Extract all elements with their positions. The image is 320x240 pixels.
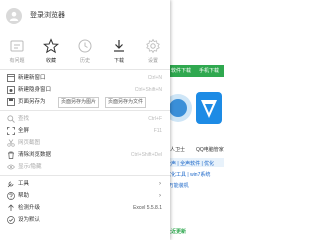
menu-item-incognito[interactable]: 新建隐身窗口 Ctrl+Shift+N [0,84,170,96]
search-icon [7,115,15,123]
trash-icon [8,151,14,159]
menu-item-fullscreen[interactable]: 全屏 F11 [0,125,170,137]
menu-item-label: 新建隐身窗口 [18,87,52,93]
shortcut-label: Ctrl+Shift+N [134,87,162,93]
login-link[interactable]: 登录浏览器 [30,10,65,20]
quick-download[interactable]: 下载 [102,36,136,66]
bg-tab-software[interactable]: 软件下载 [168,65,194,77]
save-as-file-button[interactable]: 页面另存为文件 [105,97,147,108]
quick-icons-row: 有问题 收藏 历史 下载 设置 [0,36,170,66]
chevron-right-icon: › [159,181,161,187]
save-icon [7,98,15,106]
chevron-right-icon: › [159,193,161,199]
browser-main-menu: 登录浏览器 有问题 收藏 历史 下载 设置 新建新窗口 Ctrl+N 新建隐身窗… [0,0,170,240]
menu-item-label: 帮助 [18,193,30,199]
tool-icon [7,181,14,188]
menu-item-label: 查找 [18,116,30,122]
quick-settings-label: 设置 [147,58,158,64]
save-as-image-button[interactable]: 页面另存为图片 [58,97,100,108]
user-icon [9,11,19,21]
menu-divider [0,69,170,70]
eye-icon [7,164,15,170]
shortcut-label: Ctrl+N [147,75,162,81]
quick-favorites-label: 收藏 [45,58,56,64]
quick-feedback-label: 有问题 [9,58,25,64]
bg-app-tiles [164,84,224,144]
menu-item-label: 显示/隐藏 [18,164,42,170]
menu-item-label: 新建新窗口 [18,75,46,81]
version-label: Excel 5.5.8.1 [133,205,162,211]
menu-item-label: 页面另存为 [18,99,46,105]
bg-row-1[interactable]: 全声 | 全声软件 | 优化 [166,160,214,167]
bg-caption-left[interactable]: 人卫士 [170,146,185,153]
feedback-icon [10,40,24,52]
quick-favorites[interactable]: 收藏 [34,36,68,66]
clock-icon [78,39,92,53]
menu-item-label: 工具 [18,181,30,187]
new-window-icon [7,74,15,82]
avatar[interactable] [6,8,22,24]
menu-item-label: 检测升级 [18,205,41,211]
quick-settings[interactable]: 设置 [136,36,170,66]
bg-tab-mobile[interactable]: 手机下载 [196,65,222,77]
menu-item-label: 设为默认 [18,217,41,223]
shortcut-label: Ctrl+F [148,116,162,122]
default-browser-icon [7,216,15,224]
download-icon [114,40,124,52]
menu-item-new-window[interactable]: 新建新窗口 Ctrl+N [0,72,170,84]
menu-item-tools[interactable]: 工具 › [0,178,170,190]
app-tile-icons[interactable] [164,84,224,144]
menu-item-check-update[interactable]: 检测升级 Excel 5.5.8.1 [0,202,170,214]
menu-item-clear-data[interactable]: 清除浏览数据 Ctrl+Shift+Del [0,149,170,161]
shortcut-label: F11 [153,128,162,134]
upgrade-icon [8,204,14,211]
menu-item-label: 全屏 [18,128,30,134]
menu-item-save-page[interactable]: 页面另存为 页面另存为图片 页面另存为文件 [0,96,170,108]
star-icon [43,38,59,54]
menu-item-set-default[interactable]: 设为默认 [0,214,170,226]
quick-feedback[interactable]: 有问题 [0,36,34,66]
menu-item-screenshot[interactable]: 网页截图 [0,137,170,149]
help-icon [7,192,15,200]
menu-header: 登录浏览器 [0,0,170,32]
incognito-icon [7,86,15,94]
menu-divider [0,175,170,176]
gear-icon [146,38,160,54]
quick-history-label: 历史 [79,58,90,64]
menu-item-help[interactable]: 帮助 › [0,190,170,202]
quick-download-label: 下载 [113,58,124,64]
fullscreen-icon [7,127,15,135]
scissors-icon [7,139,15,147]
menu-item-find[interactable]: 查找 Ctrl+F [0,113,170,125]
menu-item-show-hide[interactable]: 显示/隐藏 [0,161,170,173]
bg-row-2[interactable]: 优化工具 | win7系统 [166,171,210,178]
menu-item-label: 清除浏览数据 [18,152,52,158]
bg-caption-tile[interactable]: QQ电脑管家 [196,146,224,153]
menu-item-label: 网页截图 [18,140,41,146]
menu-divider [0,110,170,111]
shortcut-label: Ctrl+Shift+Del [130,152,162,158]
quick-history[interactable]: 历史 [68,36,102,66]
